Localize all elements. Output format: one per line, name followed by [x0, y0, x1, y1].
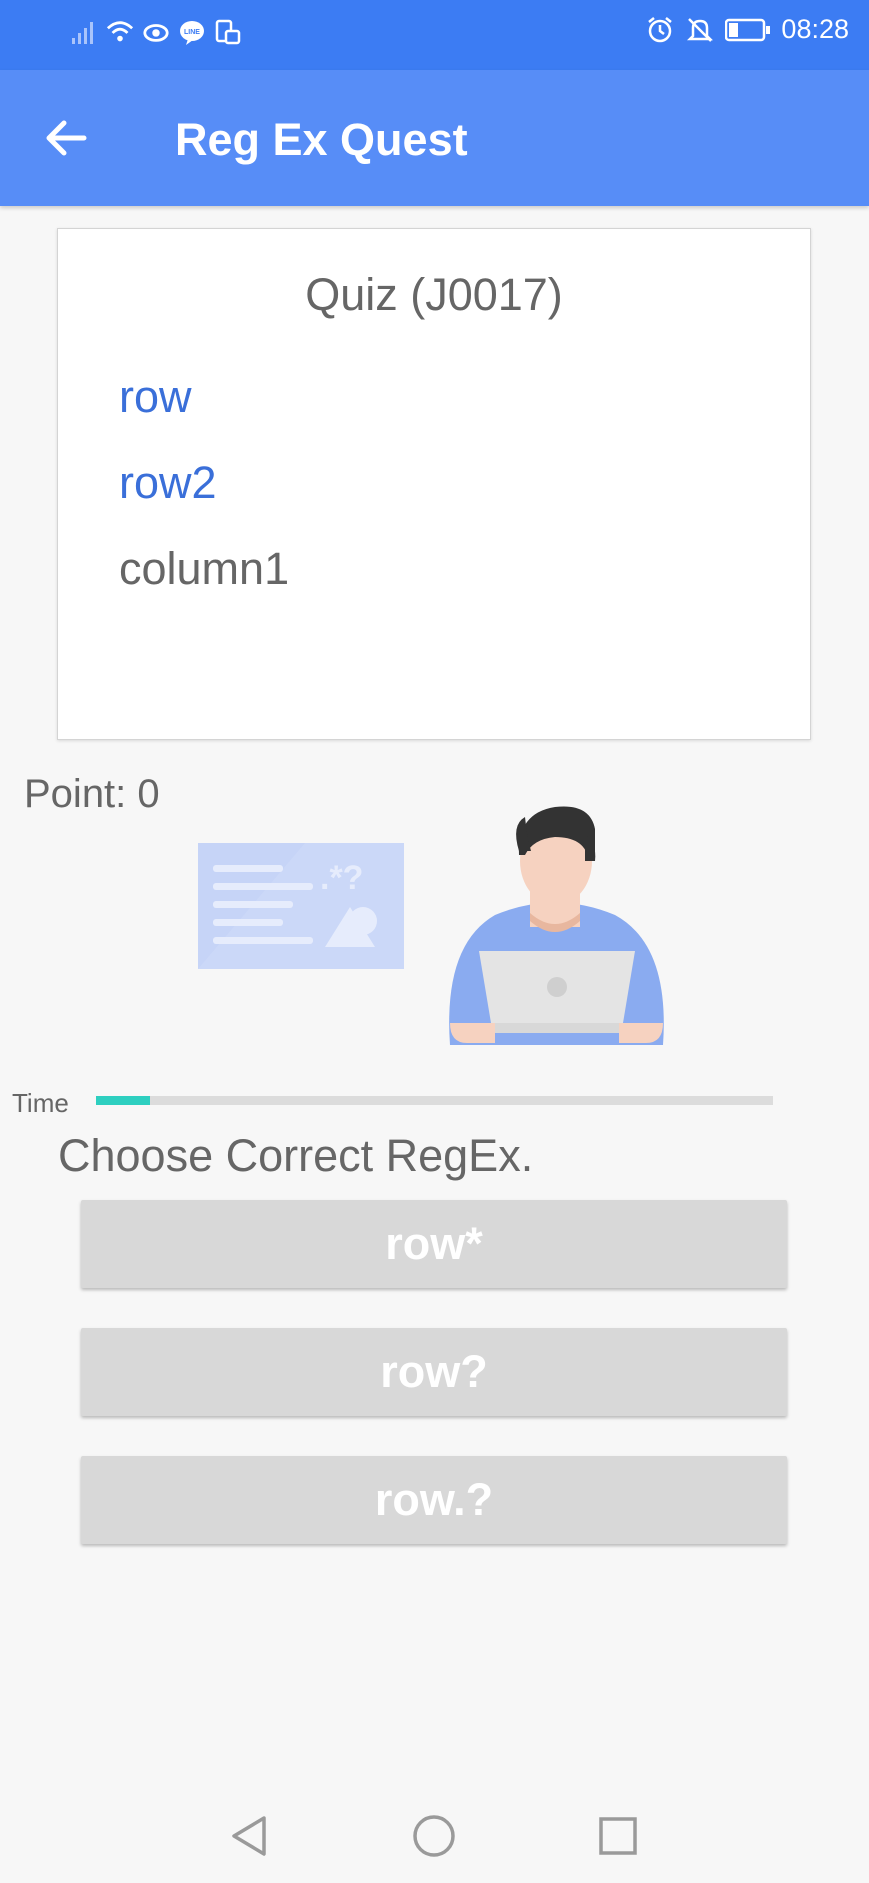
- system-nav-bar: [0, 1786, 869, 1883]
- nav-back-icon: [232, 1816, 266, 1856]
- regex-board-image: .*?: [198, 843, 404, 969]
- quiz-title: Quiz (J0017): [305, 269, 563, 320]
- svg-text:LINE: LINE: [184, 29, 200, 36]
- eye-icon: [142, 18, 170, 46]
- wifi-icon: [106, 18, 134, 46]
- score-label: Point: 0: [24, 772, 160, 816]
- battery-icon: [725, 15, 771, 45]
- person-at-laptop-image: [449, 806, 664, 1045]
- svg-text:.*?: .*?: [320, 859, 363, 897]
- quiz-card: Quiz (J0017) row row2 column1: [57, 228, 811, 740]
- quiz-line-matched: row: [119, 371, 192, 422]
- arrow-left-icon: [46, 120, 87, 156]
- sim-icon: [214, 18, 242, 46]
- nav-back-button[interactable]: [220, 1808, 276, 1864]
- developer-illustration: .*?: [198, 806, 664, 1045]
- quiz-line-unmatched: column1: [119, 543, 290, 594]
- time-progress-fill: [96, 1096, 151, 1105]
- alarm-icon: [645, 15, 675, 45]
- nav-recents-button[interactable]: [590, 1808, 646, 1864]
- status-icons-left: LINE: [70, 18, 242, 46]
- answer-button[interactable]: row.?: [81, 1456, 787, 1544]
- quiz-line-matched: row2: [119, 457, 217, 508]
- status-bar: LINE 08:28: [0, 0, 869, 70]
- app-bar: Reg Ex Quest: [0, 70, 869, 206]
- time-progress-bar: [96, 1096, 773, 1105]
- nav-home-button[interactable]: [406, 1808, 462, 1864]
- time-label: Time: [12, 1088, 69, 1118]
- nav-recents-icon: [599, 1817, 637, 1855]
- signal-icon: [70, 18, 98, 46]
- back-button[interactable]: [36, 110, 96, 166]
- line-icon: LINE: [178, 18, 206, 46]
- app-title: Reg Ex Quest: [175, 114, 468, 165]
- nav-home-icon: [413, 1815, 455, 1857]
- answer-button[interactable]: row?: [81, 1328, 787, 1416]
- status-icons-right: 08:28: [645, 14, 849, 45]
- answer-button[interactable]: row*: [81, 1200, 787, 1288]
- question-prompt: Choose Correct RegEx.: [58, 1130, 534, 1181]
- status-time: 08:28: [781, 14, 849, 44]
- mute-icon: [685, 15, 715, 45]
